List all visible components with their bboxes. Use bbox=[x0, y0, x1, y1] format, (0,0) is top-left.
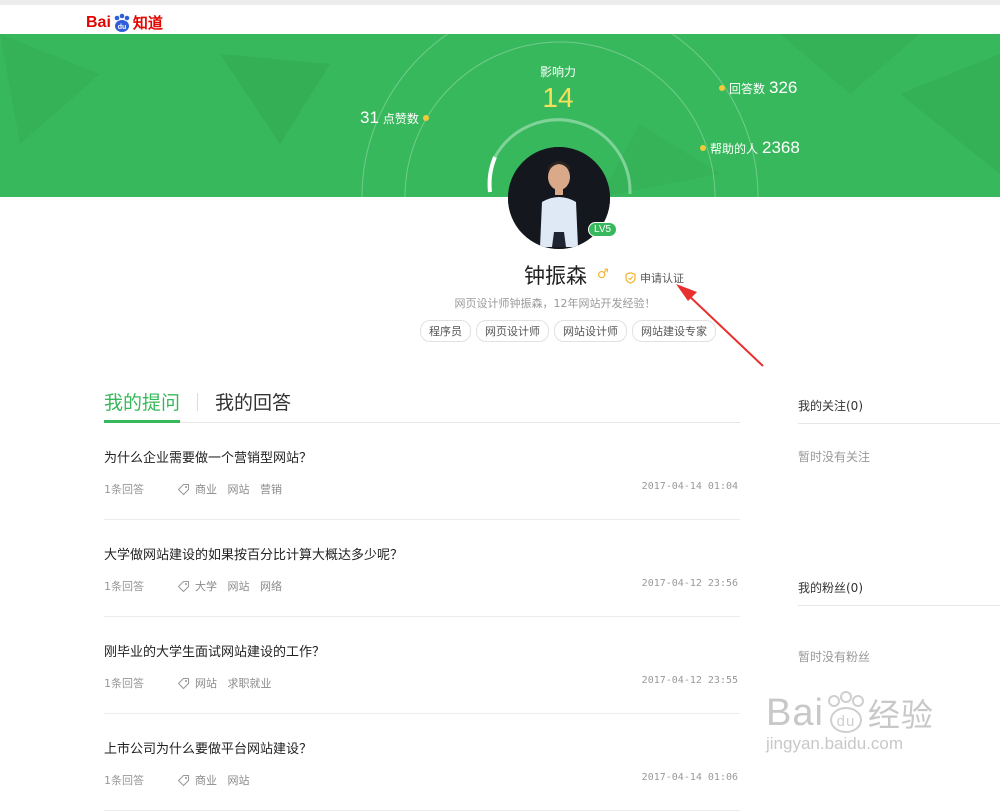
question-time: 2017-04-14 01:06 bbox=[641, 772, 738, 783]
question-tags: 商业 网站 营销 bbox=[195, 481, 289, 497]
question-time: 2017-04-12 23:55 bbox=[641, 675, 738, 686]
tab-my-answers[interactable]: 我的回答 bbox=[215, 388, 291, 415]
question-meta: 1条回答 网站 求职就业 bbox=[104, 675, 279, 691]
helped-label: 帮助的人 bbox=[710, 141, 759, 156]
user-name: 钟振森 bbox=[524, 264, 587, 288]
question-list: 为什么企业需要做一个营销型网站？ 1条回答 商业 网站 营销 2017-04-1… bbox=[104, 423, 740, 811]
question-tags: 大学 网站 网络 bbox=[195, 578, 289, 594]
helped-stat: 帮助的人 2368 bbox=[700, 138, 800, 158]
answer-count[interactable]: 1条回答 bbox=[104, 481, 177, 497]
question-tag[interactable]: 商业 bbox=[195, 483, 217, 496]
baidu-jingyan-watermark: Bai du 经验 jingyan.baidu.com bbox=[766, 690, 934, 754]
likes-value: 31 bbox=[360, 108, 379, 127]
following-divider bbox=[798, 423, 1000, 424]
list-item: 上市公司为什么要做平台网站建设？ 1条回答 商业 网站 2017-04-14 0… bbox=[104, 714, 740, 811]
profile-tag[interactable]: 网站建设专家 bbox=[632, 320, 716, 342]
likes-stat: 31 点赞数 bbox=[360, 108, 429, 128]
question-tag[interactable]: 大学 bbox=[195, 580, 217, 593]
question-tag[interactable]: 营销 bbox=[260, 483, 282, 496]
list-item: 刚毕业的大学生面试网站建设的工作？ 1条回答 网站 求职就业 2017-04-1… bbox=[104, 617, 740, 714]
logo-text-zhidao: 知道 bbox=[132, 14, 163, 32]
question-tag[interactable]: 求职就业 bbox=[228, 677, 272, 690]
helped-value: 2368 bbox=[762, 138, 800, 157]
question-meta: 1条回答 商业 网站 营销 bbox=[104, 481, 289, 497]
question-tag[interactable]: 网站 bbox=[228, 483, 250, 496]
fans-empty-text: 暂时没有粉丝 bbox=[798, 650, 871, 664]
question-time: 2017-04-12 23:56 bbox=[641, 578, 738, 589]
answer-count[interactable]: 1条回答 bbox=[104, 675, 177, 691]
tag-icon bbox=[177, 580, 189, 592]
list-item: 大学做网站建设的如果按百分比计算大概达多少呢？ 1条回答 大学 网站 网络 20… bbox=[104, 520, 740, 617]
question-tag[interactable]: 网站 bbox=[228, 774, 250, 787]
male-icon: ♂ bbox=[597, 267, 609, 282]
question-meta: 1条回答 大学 网站 网络 bbox=[104, 578, 289, 594]
top-bar: Bai du 知道 bbox=[0, 0, 1000, 34]
question-title[interactable]: 刚毕业的大学生面试网站建设的工作？ bbox=[104, 641, 325, 660]
fans-title[interactable]: 我的粉丝(0) bbox=[798, 579, 863, 596]
likes-label: 点赞数 bbox=[382, 111, 419, 126]
tab-my-questions[interactable]: 我的提问 bbox=[104, 388, 180, 415]
question-tag[interactable]: 网络 bbox=[260, 580, 282, 593]
apply-certification-label: 申请认证 bbox=[640, 272, 684, 285]
tag-icon bbox=[177, 483, 189, 495]
tab-divider bbox=[197, 392, 199, 411]
logo-text-bai: Bai bbox=[86, 13, 111, 31]
helped-dot-icon bbox=[700, 145, 706, 151]
question-tags: 网站 求职就业 bbox=[195, 675, 279, 691]
profile-banner: 影响力 14 31 点赞数 回答数 326 帮助的人 2368 bbox=[0, 34, 1000, 197]
question-tag[interactable]: 商业 bbox=[195, 774, 217, 787]
question-title[interactable]: 为什么企业需要做一个营销型网站？ bbox=[104, 447, 312, 466]
baidu-zhidao-logo[interactable]: Bai du 知道 bbox=[86, 12, 163, 33]
profile-tag[interactable]: 网站设计师 bbox=[554, 320, 627, 342]
shield-icon bbox=[625, 272, 636, 284]
tag-icon bbox=[177, 677, 189, 689]
influence-label: 影响力 bbox=[539, 65, 576, 79]
answers-dot-icon bbox=[719, 85, 725, 91]
following-title[interactable]: 我的关注(0) bbox=[798, 397, 863, 414]
user-bio: 网页设计师钟振森，12年网站开发经验！ bbox=[454, 297, 656, 310]
watermark-paw-icon: du bbox=[827, 691, 864, 733]
logo-paw-text: du bbox=[118, 24, 127, 31]
answers-stat: 回答数 326 bbox=[719, 78, 797, 98]
fans-divider bbox=[798, 605, 1000, 606]
answer-count[interactable]: 1条回答 bbox=[104, 772, 177, 788]
banner-decoration bbox=[0, 34, 1000, 197]
question-tag[interactable]: 网站 bbox=[228, 580, 250, 593]
influence-value: 14 bbox=[542, 82, 574, 113]
profile-tag[interactable]: 网页设计师 bbox=[476, 320, 549, 342]
apply-certification-button[interactable]: 申请认证 bbox=[625, 270, 684, 286]
answer-count[interactable]: 1条回答 bbox=[104, 578, 177, 594]
profile-tag[interactable]: 程序员 bbox=[420, 320, 471, 342]
profile-tags: 程序员 网页设计师 网站设计师 网站建设专家 bbox=[420, 320, 716, 342]
list-item: 为什么企业需要做一个营销型网站？ 1条回答 商业 网站 营销 2017-04-1… bbox=[104, 423, 740, 520]
question-tag[interactable]: 网站 bbox=[195, 677, 217, 690]
question-time: 2017-04-14 01:04 bbox=[641, 481, 738, 492]
likes-dot-icon bbox=[422, 115, 429, 121]
level-badge: LV5 bbox=[588, 222, 618, 237]
watermark-brand-cn: 经验 bbox=[867, 697, 934, 733]
content-tabs: 我的提问 我的回答 bbox=[104, 388, 291, 415]
question-title[interactable]: 上市公司为什么要做平台网站建设？ bbox=[104, 738, 312, 757]
following-empty-text: 暂时没有关注 bbox=[798, 450, 871, 464]
watermark-brand-a: Bai bbox=[766, 691, 824, 734]
question-title[interactable]: 大学做网站建设的如果按百分比计算大概达多少呢？ bbox=[104, 544, 403, 563]
answers-value: 326 bbox=[769, 78, 798, 97]
watermark-brand-b: du bbox=[837, 713, 856, 730]
paw-icon: du bbox=[112, 13, 132, 33]
watermark-url: jingyan.baidu.com bbox=[766, 734, 904, 753]
question-meta: 1条回答 商业 网站 bbox=[104, 772, 257, 788]
tag-icon bbox=[177, 774, 189, 786]
watermark-brand: Bai du 经验 bbox=[766, 690, 934, 736]
question-tags: 商业 网站 bbox=[195, 772, 257, 788]
answers-label: 回答数 bbox=[729, 81, 766, 96]
